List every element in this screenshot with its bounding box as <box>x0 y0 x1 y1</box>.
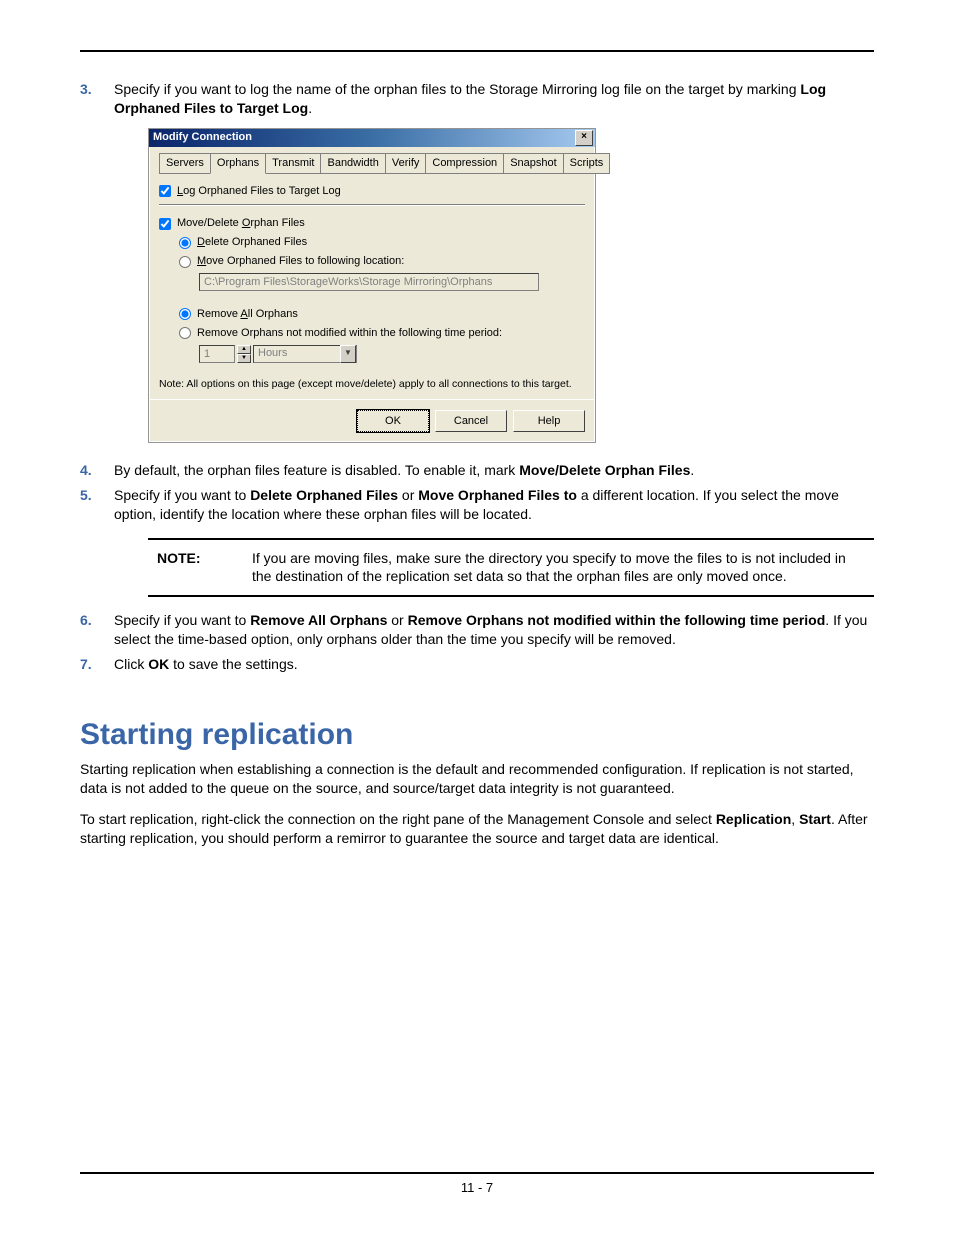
tab-snapshot[interactable]: Snapshot <box>503 153 563 174</box>
spin-up-button[interactable]: ▲ <box>237 345 251 354</box>
tab-compression[interactable]: Compression <box>425 153 504 174</box>
close-icon[interactable]: × <box>575 130 593 146</box>
para-2-mid: , <box>791 811 799 827</box>
chevron-down-icon: ▼ <box>340 345 356 363</box>
log-orphaned-label: Log Orphaned Files to Target Log <box>177 184 341 199</box>
top-rule <box>80 50 874 52</box>
dialog-note: Note: All options on this page (except m… <box>159 377 585 391</box>
move-to-radio[interactable] <box>179 256 191 268</box>
para-2-b1: Replication <box>716 811 791 827</box>
tab-servers[interactable]: Servers <box>159 153 211 174</box>
note-box: NOTE: If you are moving files, make sure… <box>148 538 874 598</box>
step-6-marker: 6. <box>80 611 92 630</box>
log-orphaned-checkbox[interactable] <box>159 185 171 197</box>
step-3-marker: 3. <box>80 80 92 99</box>
step-7-post: to save the settings. <box>169 656 297 672</box>
step-7: 7. Click OK to save the settings. <box>80 655 874 674</box>
dialog-title: Modify Connection <box>153 130 252 145</box>
step-5-b1: Delete Orphaned Files <box>250 487 398 503</box>
page-footer: 11 - 7 <box>0 1172 954 1195</box>
step-5-mid1: or <box>398 487 418 503</box>
step-4-marker: 4. <box>80 461 92 480</box>
para-2-b2: Start <box>799 811 831 827</box>
step-3-text-pre: Specify if you want to log the name of t… <box>114 81 800 97</box>
help-button[interactable]: Help <box>513 410 585 432</box>
step-5: 5. Specify if you want to Delete Orphane… <box>80 486 874 598</box>
step-4-bold: Move/Delete Orphan Files <box>519 462 690 478</box>
log-orphaned-row: Log Orphaned Files to Target Log <box>159 184 585 199</box>
step-4-pre: By default, the orphan files feature is … <box>114 462 519 478</box>
tab-transmit[interactable]: Transmit <box>265 153 321 174</box>
para-2-pre: To start replication, right-click the co… <box>80 811 716 827</box>
remove-time-label: Remove Orphans not modified within the f… <box>197 326 502 341</box>
move-to-label: Move Orphaned Files to following locatio… <box>197 254 404 269</box>
cancel-button[interactable]: Cancel <box>435 410 507 432</box>
tab-bandwidth[interactable]: Bandwidth <box>320 153 385 174</box>
para-2: To start replication, right-click the co… <box>80 810 874 848</box>
para-1: Starting replication when establishing a… <box>80 760 874 798</box>
dialog-titlebar: Modify Connection × <box>149 129 595 147</box>
dialog-tabs: Servers Orphans Transmit Bandwidth Verif… <box>159 153 585 174</box>
remove-all-label: Remove All Orphans <box>197 307 298 322</box>
step-6-b1: Remove All Orphans <box>250 612 387 628</box>
page-number: 11 - 7 <box>461 1180 493 1195</box>
step-7-b1: OK <box>148 656 169 672</box>
note-text: If you are moving files, make sure the d… <box>251 548 866 588</box>
move-path-input[interactable] <box>199 273 539 291</box>
step-6-pre: Specify if you want to <box>114 612 250 628</box>
step-5-marker: 5. <box>80 486 92 505</box>
ok-button[interactable]: OK <box>357 410 429 432</box>
remove-time-radio[interactable] <box>179 327 191 339</box>
step-6: 6. Specify if you want to Remove All Orp… <box>80 611 874 649</box>
move-delete-label: Move/Delete Orphan Files <box>177 216 305 231</box>
move-delete-checkbox[interactable] <box>159 218 171 230</box>
section-heading: Starting replication <box>80 718 874 752</box>
step-6-b2: Remove Orphans not modified within the f… <box>408 612 826 628</box>
step-7-marker: 7. <box>80 655 92 674</box>
step-4-post: . <box>690 462 694 478</box>
tab-verify[interactable]: Verify <box>385 153 427 174</box>
tab-scripts[interactable]: Scripts <box>563 153 611 174</box>
step-5-b2: Move Orphaned Files to <box>418 487 577 503</box>
time-unit-value: Hours <box>258 346 287 361</box>
time-unit-select[interactable]: Hours ▼ <box>253 345 357 363</box>
step-7-pre: Click <box>114 656 148 672</box>
note-label: NOTE: <box>156 548 251 588</box>
delete-orphaned-label: Delete Orphaned Files <box>197 235 307 250</box>
remove-all-radio[interactable] <box>179 308 191 320</box>
spin-down-button[interactable]: ▼ <box>237 354 251 363</box>
dialog-screenshot: Modify Connection × Servers Orphans Tran… <box>148 128 874 443</box>
move-delete-row: Move/Delete Orphan Files <box>159 216 585 231</box>
delete-orphaned-radio[interactable] <box>179 237 191 249</box>
time-value-input[interactable] <box>199 345 235 363</box>
step-5-pre: Specify if you want to <box>114 487 250 503</box>
step-3: 3. Specify if you want to log the name o… <box>80 80 874 443</box>
step-6-mid1: or <box>387 612 407 628</box>
step-3-text-post: . <box>308 100 312 116</box>
tab-orphans[interactable]: Orphans <box>210 153 266 174</box>
step-4: 4. By default, the orphan files feature … <box>80 461 874 480</box>
